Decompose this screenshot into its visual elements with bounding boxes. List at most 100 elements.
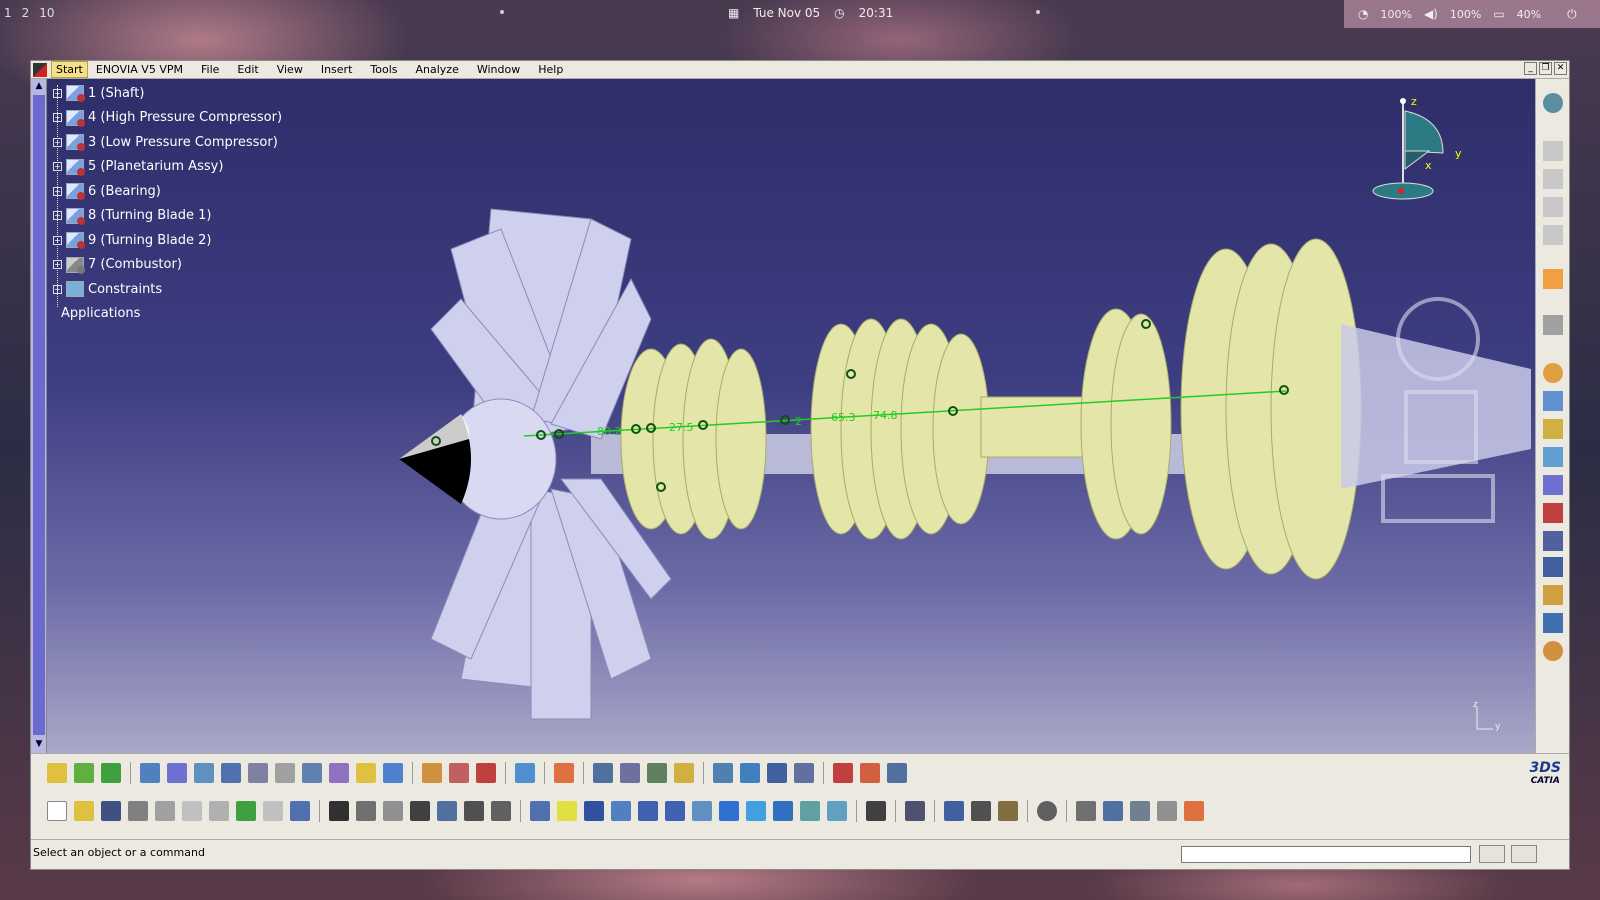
sectioning-icon[interactable]	[329, 763, 349, 783]
iso-view-icon[interactable]	[746, 801, 766, 821]
hide-show-icon[interactable]	[800, 801, 820, 821]
sort-icon[interactable]	[491, 801, 511, 821]
volume-icon[interactable]: ◀)	[1424, 7, 1438, 21]
anchor-icon[interactable]	[248, 763, 268, 783]
product-icon[interactable]	[1543, 141, 1563, 161]
3d-viewport[interactable]: ▲ ▼ 80.2 27.5 2 65.3 74.8 + 1 (Shaft) + …	[31, 79, 1537, 753]
expand-icon[interactable]: +	[53, 88, 62, 98]
workspace-1[interactable]: 1	[4, 6, 12, 20]
inertia-icon[interactable]	[998, 801, 1018, 821]
copy-icon[interactable]	[182, 801, 202, 821]
publication-icon[interactable]	[794, 763, 814, 783]
tree-node-bearing[interactable]: + 6 (Bearing)	[53, 179, 282, 204]
restore-button[interactable]: ❐	[1539, 62, 1552, 75]
tree-node-planetarium-assy[interactable]: + 5 (Planetarium Assy)	[53, 155, 282, 180]
swap-icon[interactable]	[860, 763, 880, 783]
expand-icon[interactable]: +	[53, 235, 62, 245]
select-arrow-icon[interactable]	[1543, 269, 1563, 289]
pattern-icon[interactable]	[383, 763, 403, 783]
undo-icon[interactable]	[236, 801, 256, 821]
new-file-icon[interactable]	[47, 801, 67, 821]
menu-insert[interactable]: Insert	[321, 63, 353, 76]
normal-view-icon[interactable]	[692, 801, 712, 821]
multi-view-icon[interactable]	[719, 801, 739, 821]
new-part-icon[interactable]	[74, 763, 94, 783]
graph-tree-icon[interactable]	[833, 763, 853, 783]
scenes-icon[interactable]	[476, 763, 496, 783]
fly-mode-icon[interactable]	[530, 801, 550, 821]
menu-analyze[interactable]: Analyze	[416, 63, 459, 76]
scene-icon[interactable]	[767, 763, 787, 783]
hierarchy-icon[interactable]	[437, 801, 457, 821]
wifi-icon[interactable]: ◔	[1358, 7, 1368, 21]
compass-icon[interactable]: z x y	[1371, 89, 1471, 209]
new-product-icon[interactable]	[47, 763, 67, 783]
battery-icon[interactable]: ▭	[1493, 7, 1504, 21]
measure-icon[interactable]	[275, 763, 295, 783]
expand-icon[interactable]: +	[53, 162, 62, 172]
close-button[interactable]: ✕	[1554, 62, 1567, 75]
replace-component-icon[interactable]	[1543, 225, 1563, 245]
fit-all-icon[interactable]	[557, 801, 577, 821]
tree-node-low-pressure-compressor[interactable]: + 3 (Low Pressure Compressor)	[53, 130, 282, 155]
expand-icon[interactable]: +	[53, 284, 62, 294]
shading-icon[interactable]	[773, 801, 793, 821]
axis-system-icon[interactable]	[1076, 801, 1096, 821]
angle-constraint-icon[interactable]	[1543, 447, 1563, 467]
offset-constraint-icon[interactable]	[1543, 419, 1563, 439]
bolt-icon[interactable]	[647, 763, 667, 783]
tree-node-turning-blade-1[interactable]: + 8 (Turning Blade 1)	[53, 204, 282, 229]
refresh-icon[interactable]	[356, 763, 376, 783]
swap-visible-space-icon[interactable]	[827, 801, 847, 821]
measure-item-icon[interactable]	[971, 801, 991, 821]
catia-app-icon[interactable]	[33, 62, 47, 77]
rotate-icon[interactable]	[611, 801, 631, 821]
formula-icon[interactable]	[329, 801, 349, 821]
stop-manipulate-icon[interactable]	[167, 763, 187, 783]
catalog-icon[interactable]	[713, 763, 733, 783]
expand-icon[interactable]: +	[53, 260, 62, 270]
3d-annotation-icon[interactable]	[1184, 801, 1204, 821]
print-icon[interactable]	[128, 801, 148, 821]
clock[interactable]: ▦ Tue Nov 05 ◷ 20:31	[728, 6, 893, 20]
view-annotation-icon[interactable]	[1157, 801, 1177, 821]
zoom-out-icon[interactable]	[665, 801, 685, 821]
lock-icon[interactable]	[464, 801, 484, 821]
power-icon[interactable]: ⏻	[1567, 7, 1577, 22]
contact-constraint-icon[interactable]	[1543, 391, 1563, 411]
minimize-button[interactable]: _	[1524, 62, 1537, 75]
power-input-field[interactable]	[1181, 846, 1471, 863]
menu-tools[interactable]: Tools	[370, 63, 397, 76]
text-icon[interactable]	[1103, 801, 1123, 821]
change-constraint-icon[interactable]	[1543, 585, 1563, 605]
flag-note-icon[interactable]	[1130, 801, 1150, 821]
capture-camera-icon[interactable]	[866, 801, 886, 821]
status-stop-button[interactable]	[1511, 845, 1537, 863]
tree-reorder-icon[interactable]	[887, 763, 907, 783]
bill-of-material-icon[interactable]	[740, 763, 760, 783]
workspace-2[interactable]: 2	[22, 6, 30, 20]
table-icon[interactable]	[410, 801, 430, 821]
dmu-review-icon[interactable]	[905, 801, 925, 821]
snap-icon[interactable]	[194, 763, 214, 783]
workspace-10[interactable]: 10	[39, 6, 54, 20]
tree-node-applications[interactable]: Applications	[53, 302, 282, 327]
annotation-plane-icon[interactable]	[515, 763, 535, 783]
clash-icon[interactable]	[302, 763, 322, 783]
menu-window[interactable]: Window	[477, 63, 520, 76]
redo-icon[interactable]	[263, 801, 283, 821]
pan-icon[interactable]	[584, 801, 604, 821]
flexible-subassembly-icon[interactable]	[1543, 557, 1563, 577]
tree-node-turning-blade-2[interactable]: + 9 (Turning Blade 2)	[53, 228, 282, 253]
menu-edit[interactable]: Edit	[237, 63, 258, 76]
menu-view[interactable]: View	[277, 63, 303, 76]
explode-icon[interactable]	[140, 763, 160, 783]
fix-together-icon[interactable]	[1543, 503, 1563, 523]
quick-constraint-icon[interactable]	[1543, 531, 1563, 551]
component-icon[interactable]	[1543, 169, 1563, 189]
simulation-icon[interactable]	[1037, 801, 1057, 821]
menu-file[interactable]: File	[201, 63, 219, 76]
material-icon[interactable]	[449, 763, 469, 783]
grid-icon[interactable]	[554, 763, 574, 783]
existing-component-icon[interactable]	[1543, 197, 1563, 217]
